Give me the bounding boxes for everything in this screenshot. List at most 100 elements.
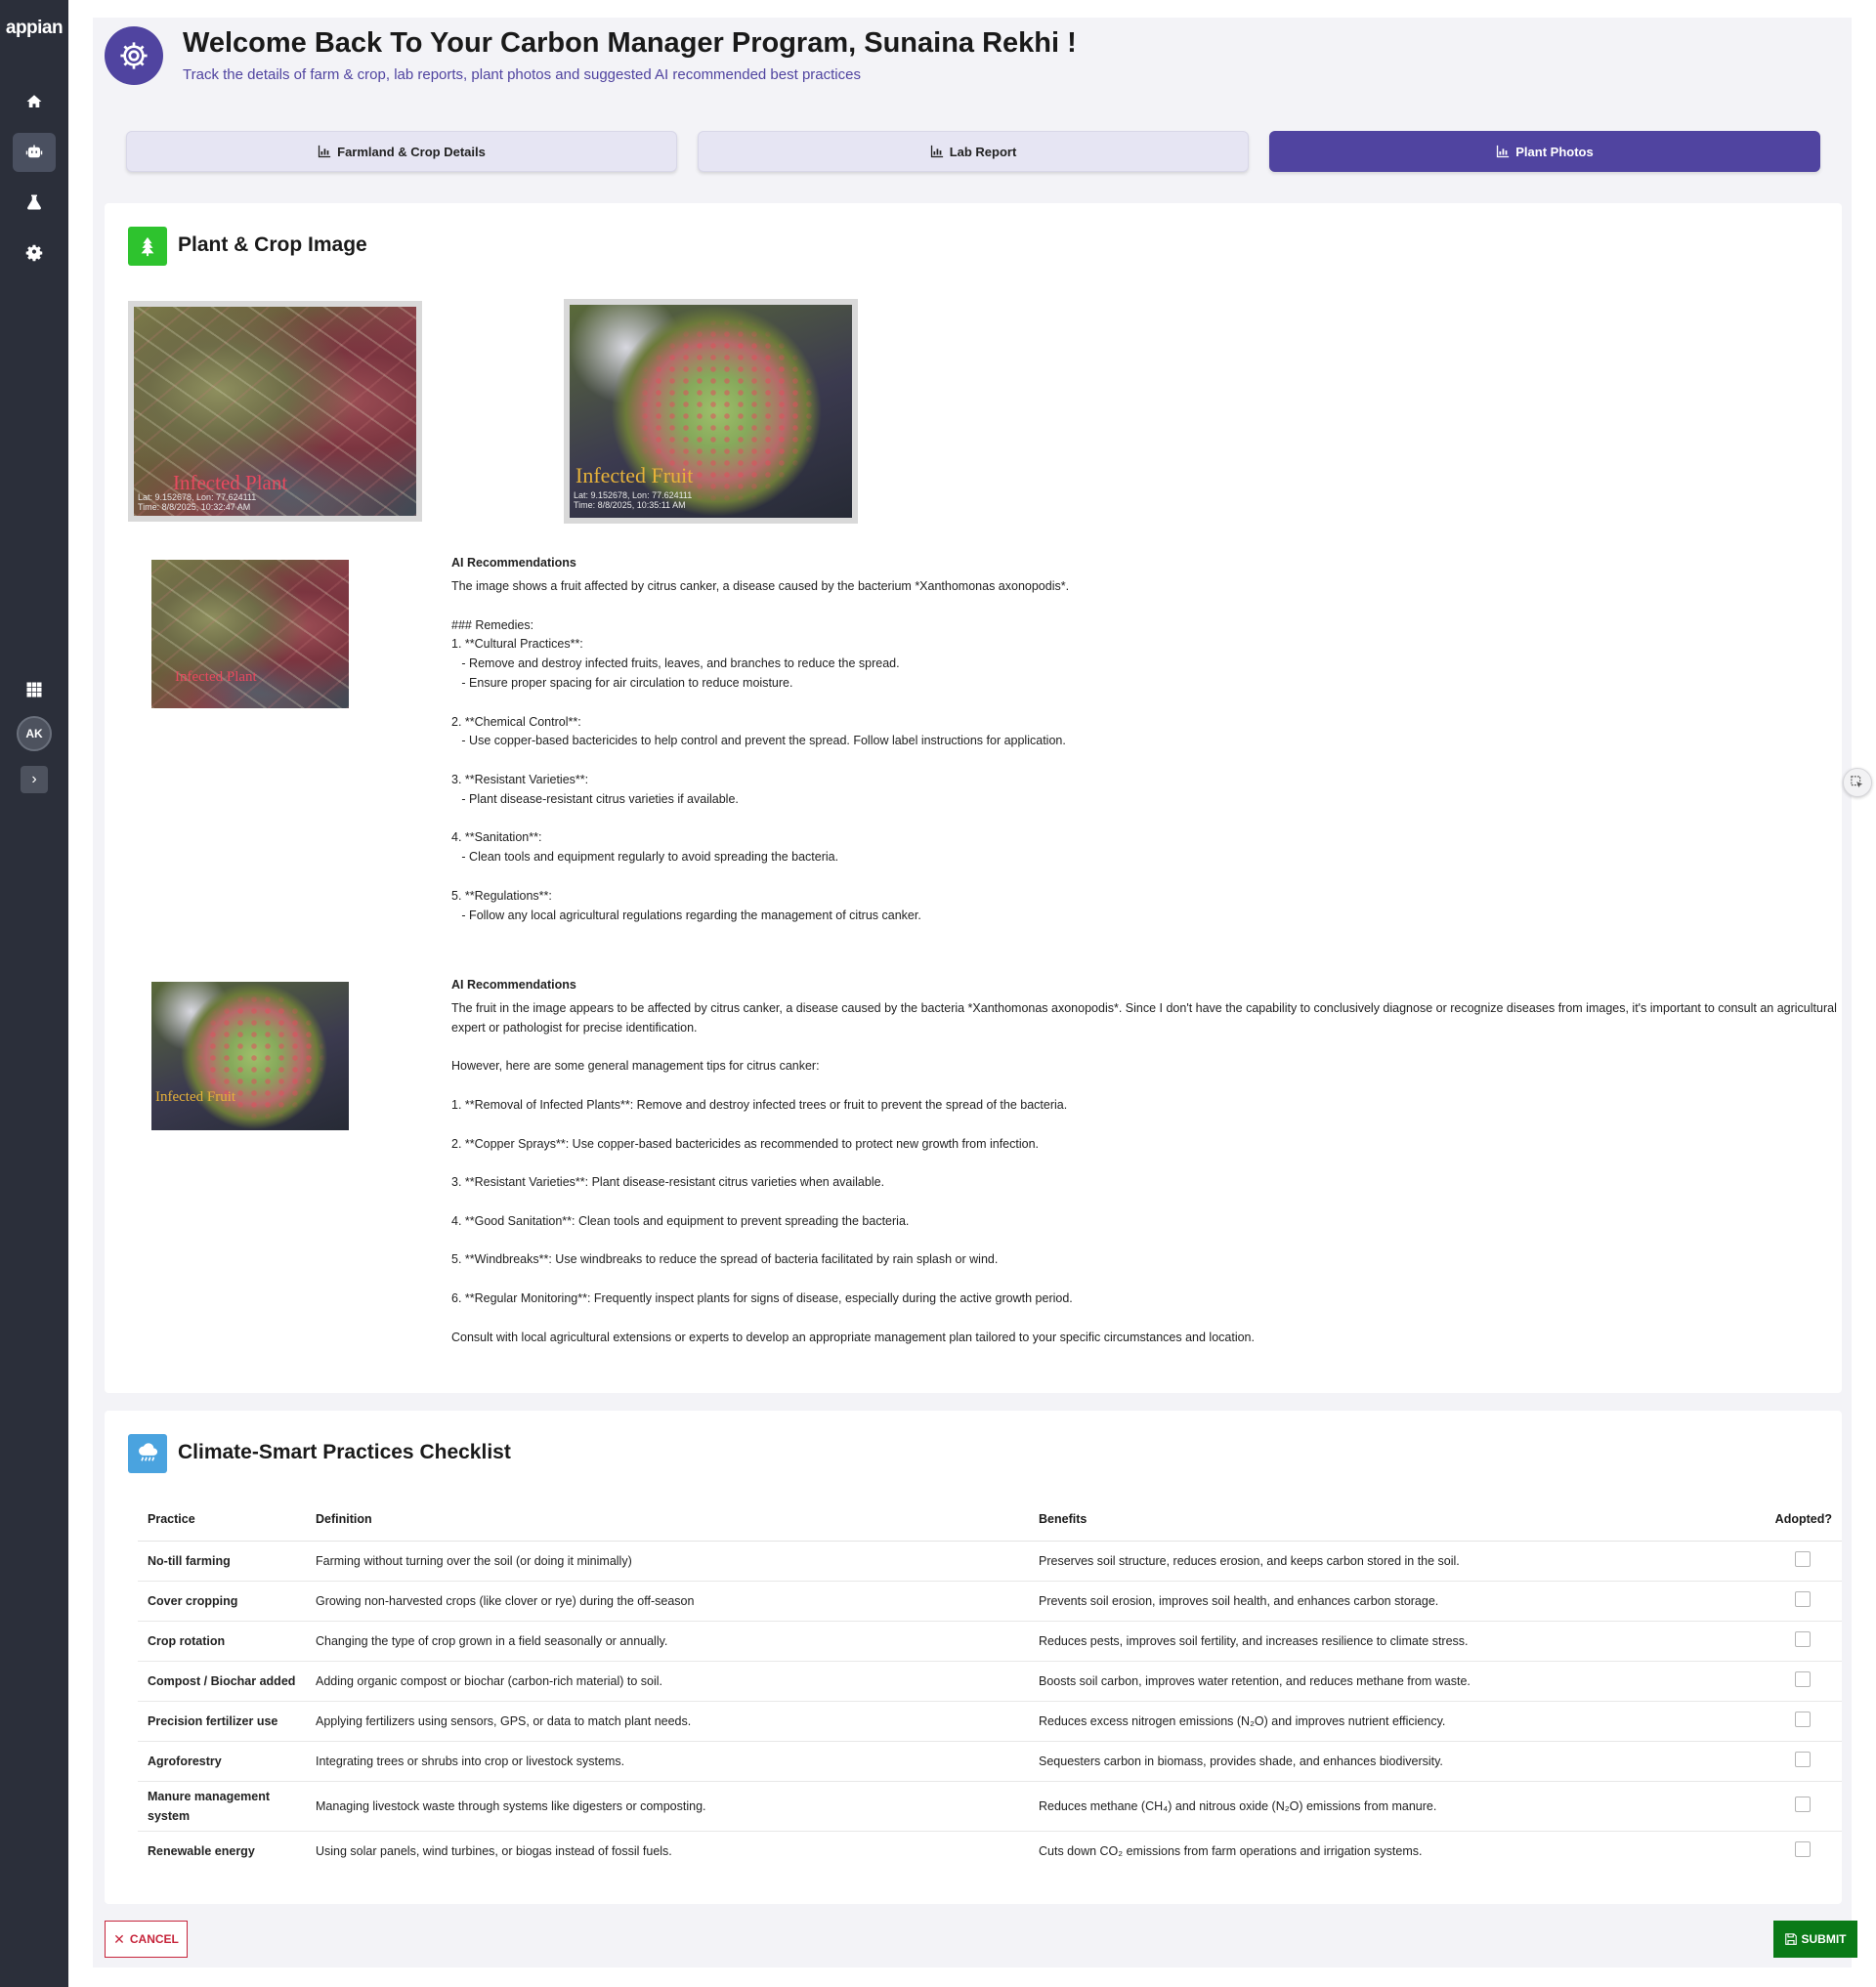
benefits-cell: Reduces pests, improves soil fertility, … [1029,1621,1752,1662]
chevron-right-icon[interactable]: › [21,766,48,793]
photo-location: Lat: 9.152678, Lon: 77.624111 [574,490,693,500]
practices-table: Practice Definition Benefits Adopted? No… [138,1499,1842,1871]
save-icon [1784,1933,1797,1945]
definition-cell: Managing livestock waste through systems… [306,1781,1029,1832]
sidebar: appian AK › [0,0,68,1987]
column-header-practice: Practice [138,1499,306,1542]
page-title: Welcome Back To Your Carbon Manager Prog… [183,27,1077,59]
tab-bar: Farmland & Crop Details Lab Report Plant… [126,131,1820,172]
submit-button[interactable]: SUBMIT [1773,1921,1857,1958]
adopted-checkbox[interactable] [1795,1631,1811,1647]
home-icon[interactable] [13,82,56,121]
definition-cell: Applying fertilizers using sensors, GPS,… [306,1701,1029,1742]
definition-cell: Integrating trees or shrubs into crop or… [306,1741,1029,1782]
definition-cell: Growing non-harvested crops (like clover… [306,1581,1029,1622]
definition-cell: Adding organic compost or biochar (carbo… [306,1661,1029,1702]
recommendation-text: The fruit in the image appears to be aff… [451,1001,1837,1344]
practice-cell: Precision fertilizer use [138,1701,306,1742]
submit-label: SUBMIT [1801,1932,1847,1946]
adopted-cell [1752,1541,1842,1582]
adopted-checkbox[interactable] [1795,1752,1811,1767]
adopted-checkbox[interactable] [1795,1551,1811,1567]
adopted-cell [1752,1661,1842,1702]
photo-label: Infected Plant [175,669,257,685]
adopted-cell [1752,1741,1842,1782]
table-row: Renewable energy Using solar panels, win… [138,1831,1842,1871]
table-row: Precision fertilizer use Applying fertil… [138,1701,1842,1742]
table-row: Cover cropping Growing non-harvested cro… [138,1581,1842,1622]
tab-lab-report[interactable]: Lab Report [698,131,1249,172]
practice-cell: Cover cropping [138,1581,306,1622]
cancel-label: CANCEL [129,1932,179,1946]
benefits-cell: Sequesters carbon in biomass, provides s… [1029,1741,1752,1782]
adopted-cell [1752,1831,1842,1871]
tab-label: Plant Photos [1515,144,1594,159]
page-subtitle: Track the details of farm & crop, lab re… [183,66,861,83]
recommendation-thumbnail: Infected Plant [151,560,349,708]
photo-label: Infected Fruit [576,463,694,487]
infected-plant-photo[interactable]: Infected Plant Lat: 9.152678, Lon: 77.62… [128,301,422,522]
main-content: Welcome Back To Your Carbon Manager Prog… [93,18,1857,1967]
practice-cell: Compost / Biochar added [138,1661,306,1702]
photo-timestamp: Time: 8/8/2025, 10:35:11 AM [574,500,686,510]
practice-cell: Crop rotation [138,1621,306,1662]
definition-cell: Farming without turning over the soil (o… [306,1541,1029,1582]
tab-farmland-crop-details[interactable]: Farmland & Crop Details [126,131,677,172]
gear-icon[interactable] [13,233,56,273]
photo-label: Infected Fruit [155,1089,236,1105]
column-header-benefits: Benefits [1029,1499,1752,1542]
table-row: Manure management system Managing livest… [138,1781,1842,1832]
robot-icon[interactable] [13,133,56,172]
ai-recommendation: AI Recommendations The fruit in the imag… [451,978,1839,1347]
user-avatar[interactable]: AK [17,716,52,751]
adopted-checkbox[interactable] [1795,1591,1811,1607]
adopted-checkbox[interactable] [1795,1671,1811,1687]
definition-cell: Changing the type of crop grown in a fie… [306,1621,1029,1662]
practice-cell: Manure management system [138,1781,306,1832]
table-row: Agroforestry Integrating trees or shrubs… [138,1741,1842,1782]
gear-icon [105,26,163,85]
tab-plant-photos[interactable]: Plant Photos [1269,131,1820,172]
benefits-cell: Reduces methane (CH₄) and nitrous oxide … [1029,1781,1752,1832]
photo-texture [151,982,349,1130]
climate-practices-card: Climate-Smart Practices Checklist Practi… [105,1411,1842,1904]
practice-cell: No-till farming [138,1541,306,1582]
flask-icon[interactable] [13,183,56,222]
appian-logo: appian [5,18,64,38]
adopted-checkbox[interactable] [1795,1841,1811,1858]
chart-icon [930,145,943,158]
column-header-adopted: Adopted? [1752,1499,1842,1542]
recommendation-thumbnail: Infected Fruit [151,982,349,1130]
photo-timestamp: Time: 8/8/2025, 10:32:47 AM [138,502,251,512]
column-header-definition: Definition [306,1499,1029,1542]
cancel-button[interactable]: ✕ CANCEL [105,1921,188,1958]
adopted-cell [1752,1701,1842,1742]
chart-icon [319,145,331,158]
benefits-cell: Reduces excess nitrogen emissions (N₂O) … [1029,1701,1752,1742]
grid-icon[interactable] [13,670,56,709]
infected-fruit-photo[interactable]: Infected Fruit Lat: 9.152678, Lon: 77.62… [564,299,858,524]
recommendation-heading: AI Recommendations [451,556,576,570]
card-title: Climate-Smart Practices Checklist [178,1441,511,1463]
photo-texture [151,560,349,708]
photo-image: Infected Fruit Lat: 9.152678, Lon: 77.62… [570,305,852,518]
rain-cloud-icon [128,1434,167,1473]
tab-label: Farmland & Crop Details [337,144,486,159]
photo-location: Lat: 9.152678, Lon: 77.624111 [138,492,257,502]
recommendation-heading: AI Recommendations [451,978,576,992]
adopted-checkbox[interactable] [1795,1797,1811,1812]
table-header-row: Practice Definition Benefits Adopted? [138,1499,1842,1542]
recommendation-text: The image shows a fruit affected by citr… [451,579,1070,922]
adopted-checkbox[interactable] [1795,1712,1811,1727]
benefits-cell: Boosts soil carbon, improves water reten… [1029,1661,1752,1702]
photo-image: Infected Plant Lat: 9.152678, Lon: 77.62… [134,307,416,516]
cursor-select-icon[interactable] [1843,768,1872,797]
adopted-cell [1752,1581,1842,1622]
practice-cell: Agroforestry [138,1741,306,1782]
table-row: Crop rotation Changing the type of crop … [138,1621,1842,1662]
adopted-cell [1752,1621,1842,1662]
adopted-cell [1752,1781,1842,1832]
table-row: No-till farming Farming without turning … [138,1541,1842,1582]
benefits-cell: Cuts down CO₂ emissions from farm operat… [1039,1843,1423,1858]
close-icon: ✕ [113,1930,125,1947]
